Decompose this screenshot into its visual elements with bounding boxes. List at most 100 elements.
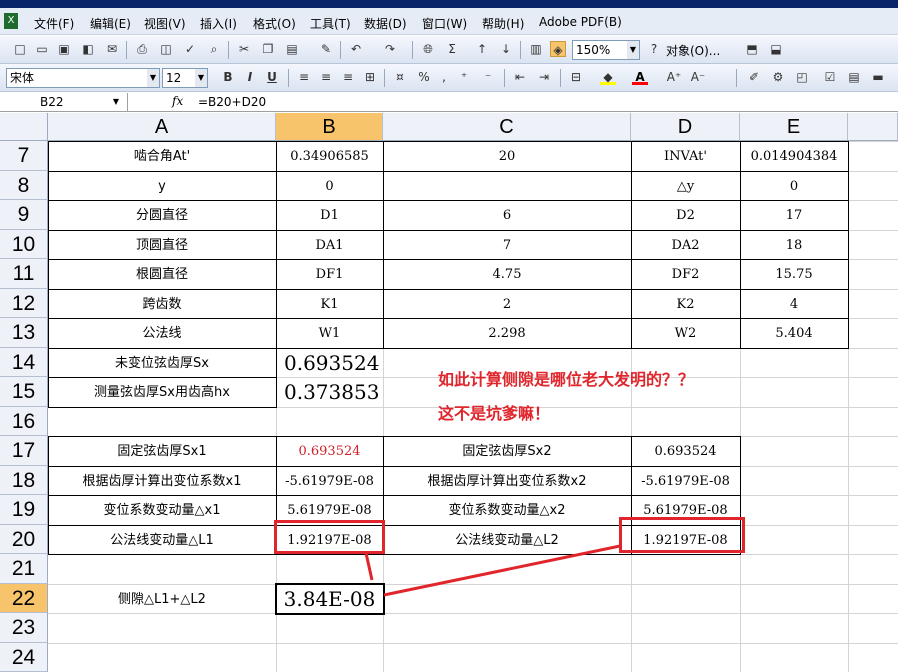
cell-a11[interactable]: 根圆直径 (48, 259, 276, 289)
chevron-down-icon[interactable]: ▼ (195, 69, 207, 87)
row-header-20[interactable]: 20 (0, 524, 48, 554)
row-header-12[interactable]: 12 (0, 288, 48, 318)
cell-e13[interactable]: 5.404 (740, 318, 848, 348)
increase-indent-icon[interactable]: ⇥ (536, 69, 552, 85)
menu-format[interactable]: 格式(O) (253, 15, 296, 32)
row-header-24[interactable]: 24 (0, 642, 48, 672)
italic-button[interactable]: I (242, 69, 258, 85)
format-painter-icon[interactable]: ✎ (318, 41, 334, 57)
spelling-icon[interactable]: ✓ (182, 41, 198, 57)
column-header-next[interactable] (848, 113, 898, 141)
save-icon[interactable]: ▣ (56, 41, 72, 57)
form-properties-icon[interactable]: ⚙ (770, 69, 786, 85)
cell-c7[interactable]: 20 (383, 141, 631, 171)
formula-input[interactable]: =B20+D20 (198, 95, 266, 109)
cell-d10[interactable]: DA2 (631, 230, 740, 260)
cell-b7[interactable]: 0.34906585 (276, 141, 383, 171)
row-header-8[interactable]: 8 (0, 170, 48, 200)
name-box[interactable]: B22 ▼ (0, 93, 128, 111)
undo-icon[interactable]: ↶ (348, 41, 364, 57)
menu-tools[interactable]: 工具(T) (310, 15, 351, 32)
percent-button[interactable]: % (416, 69, 432, 85)
hyperlink-icon[interactable]: 🌐︎ (420, 41, 436, 57)
cell-e10[interactable]: 18 (740, 230, 848, 260)
underline-button[interactable]: U (264, 69, 280, 85)
new-file-icon[interactable]: □ (12, 41, 28, 57)
row-header-10[interactable]: 10 (0, 229, 48, 259)
copy-icon[interactable]: ❐ (260, 41, 276, 57)
cell-d12[interactable]: K2 (631, 289, 740, 319)
cell-c13[interactable]: 2.298 (383, 318, 631, 348)
cell-c12[interactable]: 2 (383, 289, 631, 319)
cell-b14[interactable]: 0.693524 (276, 348, 383, 378)
cell-a9[interactable]: 分圆直径 (48, 200, 276, 230)
cell-c19[interactable]: 变位系数变动量△x2 (383, 495, 631, 525)
row-header-14[interactable]: 14 (0, 347, 48, 377)
cell-a14[interactable]: 未变位弦齿厚Sx (48, 348, 276, 378)
excel-app-icon[interactable]: X (4, 13, 18, 29)
fill-color-icon[interactable]: ◆ (600, 69, 616, 85)
drawing-icon[interactable]: ◈ (550, 41, 566, 57)
print-icon[interactable]: ⎙ (134, 41, 150, 57)
comma-button[interactable]: , (436, 69, 452, 85)
align-right-icon[interactable]: ≡ (340, 69, 356, 85)
research-icon[interactable]: ⌕ (206, 41, 222, 57)
row-header-19[interactable]: 19 (0, 495, 48, 525)
column-header-c[interactable]: C (383, 113, 631, 141)
bold-button[interactable]: B (220, 69, 236, 85)
open-folder-icon[interactable]: ▭ (34, 41, 50, 57)
menu-adobe-pdf[interactable]: Adobe PDF(B) (539, 15, 622, 29)
zoom-combo[interactable]: 150% ▼ (572, 40, 640, 60)
merge-center-icon[interactable]: ⊞ (362, 69, 378, 85)
decrease-indent-icon[interactable]: ⇤ (512, 69, 528, 85)
chevron-down-icon[interactable]: ▼ (113, 93, 119, 111)
cell-e8[interactable]: 0 (740, 171, 848, 201)
currency-icon[interactable]: ¤ (392, 69, 408, 85)
cell-b11[interactable]: DF1 (276, 259, 383, 289)
cell-b17[interactable]: 0.693524 (276, 436, 383, 466)
row-header-23[interactable]: 23 (0, 613, 48, 643)
cell-a15[interactable]: 测量弦齿厚Sx用齿高hx (48, 377, 276, 407)
chevron-down-icon[interactable]: ▼ (147, 69, 159, 87)
cell-c17[interactable]: 固定弦齿厚Sx2 (383, 436, 631, 466)
select-all-corner[interactable] (0, 113, 48, 141)
pdf-email-icon[interactable]: ⬓ (768, 41, 784, 57)
menu-edit[interactable]: 编辑(E) (90, 15, 131, 32)
cell-d7[interactable]: INVAt' (631, 141, 740, 171)
chevron-down-icon[interactable]: ▼ (627, 41, 639, 59)
cell-e11[interactable]: 15.75 (740, 259, 848, 289)
paste-icon[interactable]: ▤ (284, 41, 300, 57)
redo-icon[interactable]: ↷ (382, 41, 398, 57)
cell-a12[interactable]: 跨齿数 (48, 289, 276, 319)
borders-icon[interactable]: ⊟ (568, 69, 584, 85)
increase-decimal-icon[interactable]: ⁺ (456, 69, 472, 85)
cell-c9[interactable]: 6 (383, 200, 631, 230)
email-icon[interactable]: ✉ (104, 41, 120, 57)
cell-a7[interactable]: 啮合角At' (48, 141, 276, 171)
align-center-icon[interactable]: ≡ (318, 69, 334, 85)
row-header-21[interactable]: 21 (0, 554, 48, 584)
menu-file[interactable]: 文件(F) (34, 15, 74, 32)
permission-icon[interactable]: ◧ (80, 41, 96, 57)
cell-b12[interactable]: K1 (276, 289, 383, 319)
cell-e12[interactable]: 4 (740, 289, 848, 319)
row-header-9[interactable]: 9 (0, 200, 48, 230)
menu-window[interactable]: 窗口(W) (422, 15, 467, 32)
cut-icon[interactable]: ✂ (236, 41, 252, 57)
cell-b18[interactable]: -5.61979E-08 (276, 466, 383, 496)
cell-a10[interactable]: 顶圆直径 (48, 230, 276, 260)
shrink-font-icon[interactable]: A⁻ (690, 69, 706, 85)
row-header-18[interactable]: 18 (0, 465, 48, 495)
column-header-e[interactable]: E (740, 113, 848, 141)
cell-e9[interactable]: 17 (740, 200, 848, 230)
font-name-combo[interactable]: 宋体 ▼ (6, 68, 160, 88)
cell-d9[interactable]: D2 (631, 200, 740, 230)
cell-b8[interactable]: 0 (276, 171, 383, 201)
chart-wizard-icon[interactable]: ▥ (528, 41, 544, 57)
cell-c18[interactable]: 根据齿厚计算出变位系数x2 (383, 466, 631, 496)
font-color-button[interactable]: A (632, 69, 648, 85)
listbox-control-icon[interactable]: ▤ (846, 69, 862, 85)
cell-d18[interactable]: -5.61979E-08 (631, 466, 740, 496)
cell-b15[interactable]: 0.373853 (276, 377, 383, 407)
cell-b10[interactable]: DA1 (276, 230, 383, 260)
